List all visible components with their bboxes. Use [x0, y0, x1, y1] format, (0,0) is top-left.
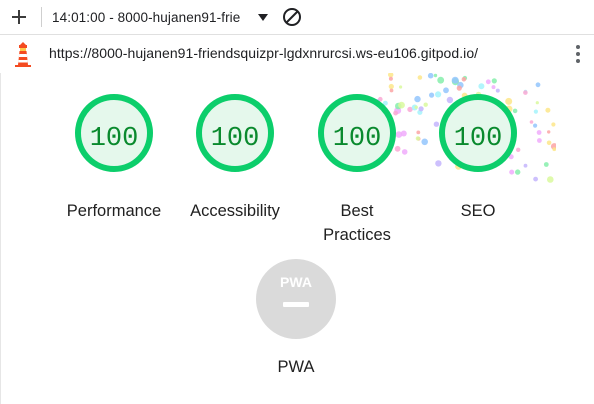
confetti-dot: [414, 95, 421, 103]
gauge-score: 100: [89, 124, 139, 154]
report-selector-dropdown[interactable]: 14:01:00 - 8000-hujanen91-frie: [52, 6, 270, 28]
confetti-dot: [533, 123, 538, 128]
confetti-dot: [551, 122, 556, 127]
gauge-best-practices[interactable]: 100 Best Practices: [302, 93, 412, 247]
toolbar-divider: [41, 7, 42, 27]
confetti-dot: [451, 78, 459, 86]
confetti-dot: [546, 140, 552, 146]
confetti-dot: [389, 88, 394, 93]
confetti-dot: [552, 147, 556, 152]
confetti-dot: [491, 78, 497, 84]
gauge-seo[interactable]: 100 SEO: [423, 93, 533, 223]
confetti-dot: [550, 143, 556, 150]
gauge-score: 100: [210, 124, 260, 154]
confetti-dot: [462, 75, 468, 81]
clear-reports-button[interactable]: [281, 6, 303, 28]
confetti-dot: [461, 77, 467, 82]
confetti-dot: [437, 76, 445, 84]
confetti-dot: [491, 85, 496, 90]
report-selector-value: 14:01:00 - 8000-hujanen91-frie: [52, 9, 241, 25]
report-url-bar: https://8000-hujanen91-friendsquizpr-lgd…: [0, 34, 594, 74]
report-url[interactable]: https://8000-hujanen91-friendsquizpr-lgd…: [49, 45, 478, 61]
gauge-score: 100: [453, 124, 503, 154]
confetti-dot: [411, 104, 418, 111]
gauge-title: PWA: [277, 358, 315, 376]
confetti-dot: [547, 130, 551, 134]
gauge-title: Best Practices: [323, 202, 391, 244]
gauge-title: Performance: [66, 202, 162, 220]
confetti-dot: [536, 130, 542, 135]
confetti-dot: [416, 130, 421, 135]
confetti-dot: [457, 81, 464, 89]
confetti-dot: [533, 176, 538, 182]
kebab-menu-icon[interactable]: [570, 43, 586, 65]
confetti-dot: [478, 83, 485, 90]
pwa-badge-icon: PWA: [256, 259, 336, 339]
gauge-score: 100: [332, 124, 382, 154]
confetti-dot: [416, 136, 421, 141]
confetti-dot: [417, 109, 423, 115]
confetti-dot: [545, 107, 551, 113]
confetti-dot: [533, 109, 538, 114]
confetti-dot: [456, 85, 462, 91]
confetti-dot: [537, 138, 542, 143]
confetti-dot: [535, 101, 539, 105]
confetti-dot: [388, 76, 393, 81]
caret-down-icon: [258, 14, 268, 21]
gauge-accessibility[interactable]: 100 Accessibility: [180, 93, 290, 223]
scores-panel: 100 Performance 100 Accessibility 100 Be…: [0, 73, 594, 404]
report-toolbar: 14:01:00 - 8000-hujanen91-frie: [0, 0, 594, 34]
gauge-title: SEO: [460, 202, 496, 220]
confetti-dot: [543, 162, 549, 167]
confetti-dot: [485, 79, 491, 85]
plus-icon: [12, 10, 26, 24]
pwa-badge-label: PWA: [280, 274, 312, 290]
confetti-dot: [451, 76, 459, 84]
confetti-dot: [388, 73, 394, 78]
lighthouse-icon: [15, 42, 31, 67]
gauge-pwa[interactable]: PWA PWA: [241, 259, 351, 379]
confetti-dot: [388, 83, 394, 90]
confetti-dot: [535, 82, 541, 88]
confetti-dot: [547, 176, 554, 183]
confetti-dot: [414, 105, 418, 109]
gauge-performance[interactable]: 100 Performance: [59, 93, 169, 223]
confetti-dot: [427, 73, 434, 79]
confetti-dot: [399, 85, 403, 89]
new-report-button[interactable]: [6, 4, 32, 30]
confetti-dot: [455, 80, 459, 84]
confetti-dot: [415, 136, 421, 141]
confetti-dot: [495, 88, 500, 93]
confetti-dot: [433, 73, 438, 78]
confetti-dot: [417, 75, 423, 80]
gauge-title: Accessibility: [190, 202, 280, 220]
block-icon: [283, 8, 301, 26]
